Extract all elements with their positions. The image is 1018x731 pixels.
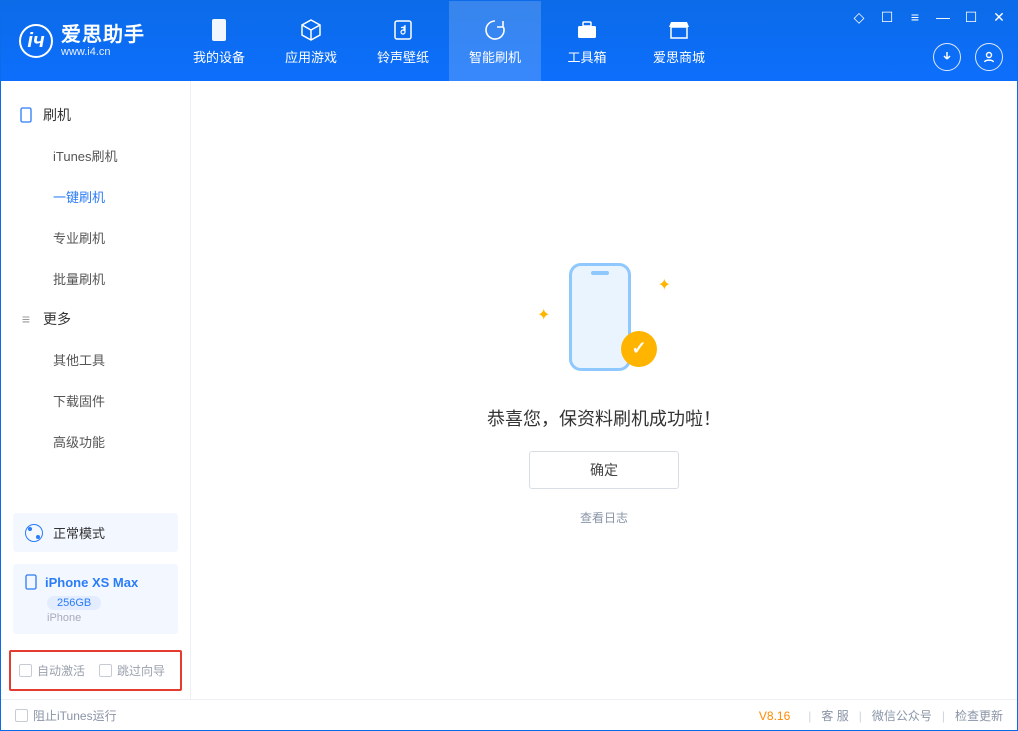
device-type: iPhone — [47, 612, 166, 624]
mode-label: 正常模式 — [53, 523, 105, 542]
phone-outline-icon — [19, 108, 33, 122]
sidebar-item-pro-flash[interactable]: 专业刷机 — [1, 217, 190, 258]
version-label: V8.16 — [759, 709, 790, 723]
checkbox-icon — [99, 664, 112, 677]
sidebar-item-other-tools[interactable]: 其他工具 — [1, 339, 190, 380]
success-illustration: ✦ ✦ ✓ — [539, 255, 669, 385]
checkbox-label: 自动激活 — [37, 662, 85, 679]
checkbox-label: 阻止iTunes运行 — [33, 707, 117, 724]
settings-icon[interactable]: ☐ — [877, 7, 897, 27]
sidebar: 刷机 iTunes刷机 一键刷机 专业刷机 批量刷机 ≡ 更多 其他工具 下载固… — [1, 81, 191, 699]
tab-label: 铃声壁纸 — [377, 47, 429, 66]
sidebar-item-download-firmware[interactable]: 下载固件 — [1, 380, 190, 421]
checkbox-label: 跳过向导 — [117, 662, 165, 679]
skin-icon[interactable]: ◇ — [849, 7, 869, 27]
tab-store[interactable]: 爱思商城 — [633, 1, 725, 81]
device-storage-badge: 256GB — [47, 596, 101, 610]
app-name: 爱思助手 — [61, 24, 145, 46]
check-badge-icon: ✓ — [621, 331, 657, 367]
checkbox-icon — [15, 709, 28, 722]
device-small-icon — [25, 574, 37, 590]
group-label: 更多 — [43, 309, 71, 329]
tab-my-device[interactable]: 我的设备 — [173, 1, 265, 81]
close-button[interactable]: ✕ — [989, 7, 1009, 27]
sidebar-item-advanced[interactable]: 高级功能 — [1, 421, 190, 462]
logo-icon: iч — [19, 24, 53, 58]
music-icon — [390, 17, 416, 43]
checkbox-icon — [19, 664, 32, 677]
header-actions — [933, 43, 1003, 71]
sidebar-group-flash[interactable]: 刷机 — [1, 95, 190, 135]
shop-icon — [666, 17, 692, 43]
list-icon: ≡ — [19, 312, 33, 326]
tab-label: 我的设备 — [193, 47, 245, 66]
device-icon — [206, 17, 232, 43]
checkbox-skip-guide[interactable]: 跳过向导 — [99, 662, 165, 679]
mode-icon — [25, 524, 43, 542]
tab-label: 智能刷机 — [469, 47, 521, 66]
footer-link-support[interactable]: 客 服 — [821, 707, 848, 724]
tab-label: 爱思商城 — [653, 47, 705, 66]
window-controls: ◇ ☐ ≡ ― ☐ ✕ — [849, 7, 1009, 27]
toolbox-icon — [574, 17, 600, 43]
tab-label: 应用游戏 — [285, 47, 337, 66]
device-mode-box[interactable]: 正常模式 — [13, 513, 178, 552]
sidebar-item-oneclick-flash[interactable]: 一键刷机 — [1, 176, 190, 217]
tab-smart-flash[interactable]: 智能刷机 — [449, 1, 541, 81]
group-label: 刷机 — [43, 105, 71, 125]
checkbox-block-itunes[interactable]: 阻止iTunes运行 — [15, 707, 117, 724]
app-logo: iч 爱思助手 www.i4.cn — [1, 24, 163, 58]
sidebar-item-batch-flash[interactable]: 批量刷机 — [1, 258, 190, 299]
main-content: ✦ ✦ ✓ 恭喜您，保资料刷机成功啦！ 确定 查看日志 — [191, 81, 1017, 699]
menu-icon[interactable]: ≡ — [905, 7, 925, 27]
flash-options-highlight: 自动激活 跳过向导 — [9, 650, 182, 691]
maximize-button[interactable]: ☐ — [961, 7, 981, 27]
sparkle-icon: ✦ — [658, 275, 671, 295]
tab-ringtones[interactable]: 铃声壁纸 — [357, 1, 449, 81]
tab-apps-games[interactable]: 应用游戏 — [265, 1, 357, 81]
sidebar-item-itunes-flash[interactable]: iTunes刷机 — [1, 135, 190, 176]
tab-toolbox[interactable]: 工具箱 — [541, 1, 633, 81]
refresh-icon — [482, 17, 508, 43]
footer-links: | 客 服 | 微信公众号 | 检查更新 — [808, 707, 1003, 724]
device-info-box[interactable]: iPhone XS Max 256GB iPhone — [13, 564, 178, 634]
download-button[interactable] — [933, 43, 961, 71]
minimize-button[interactable]: ― — [933, 7, 953, 27]
title-bar: iч 爱思助手 www.i4.cn 我的设备 应用游戏 铃声壁纸 智能刷机 工具… — [1, 1, 1017, 81]
app-website: www.i4.cn — [61, 46, 145, 58]
user-button[interactable] — [975, 43, 1003, 71]
device-name: iPhone XS Max — [45, 575, 138, 590]
status-bar: 阻止iTunes运行 V8.16 | 客 服 | 微信公众号 | 检查更新 — [1, 699, 1017, 731]
sidebar-group-more[interactable]: ≡ 更多 — [1, 299, 190, 339]
footer-link-update[interactable]: 检查更新 — [955, 707, 1003, 724]
ok-button[interactable]: 确定 — [529, 451, 679, 489]
tab-label: 工具箱 — [567, 47, 606, 66]
checkbox-auto-activate[interactable]: 自动激活 — [19, 662, 85, 679]
cube-icon — [298, 17, 324, 43]
view-log-link[interactable]: 查看日志 — [580, 509, 628, 526]
success-message: 恭喜您，保资料刷机成功啦！ — [487, 405, 721, 431]
footer-link-wechat[interactable]: 微信公众号 — [872, 707, 932, 724]
sparkle-icon: ✦ — [537, 305, 550, 325]
header-tabs: 我的设备 应用游戏 铃声壁纸 智能刷机 工具箱 爱思商城 — [173, 1, 725, 81]
